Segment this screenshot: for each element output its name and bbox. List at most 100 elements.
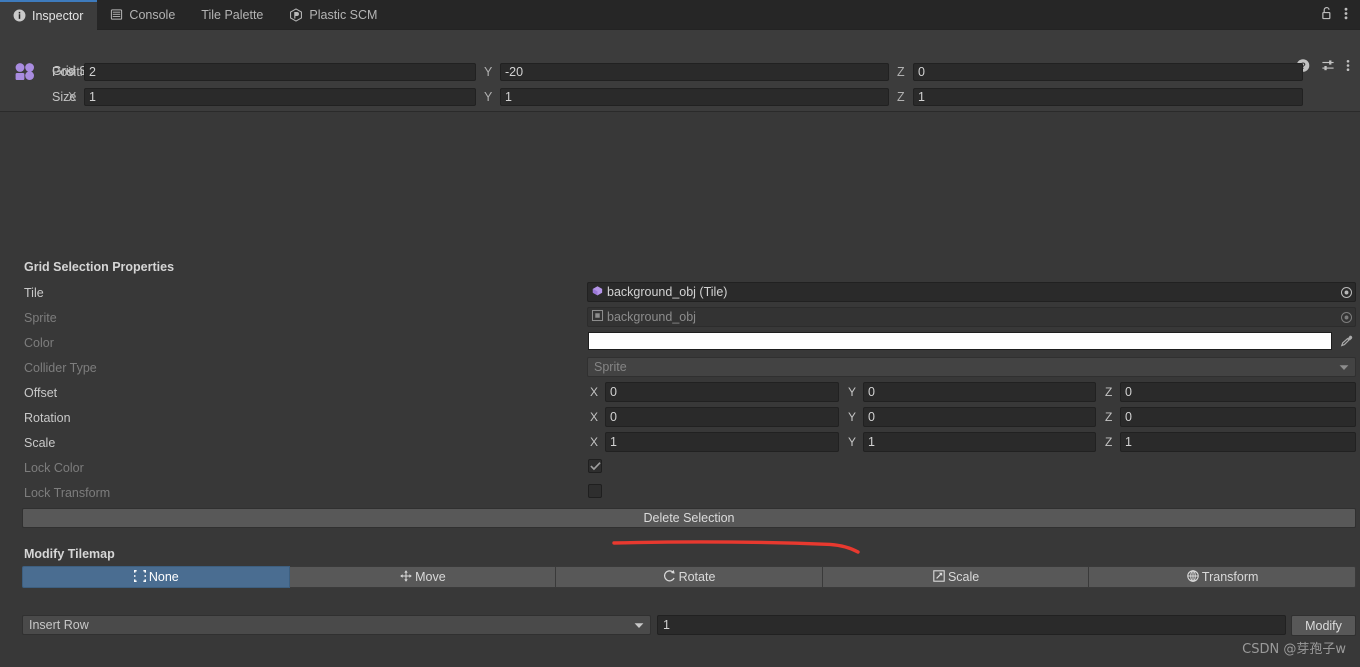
scale-x-input[interactable]: 1	[605, 432, 839, 452]
rotation-row: X 0 Y 0 Z 0	[0, 407, 1360, 427]
position-x-input[interactable]: 2	[84, 63, 476, 81]
scale-row: X 1 Y 1 Z 1	[0, 432, 1360, 452]
size-z-axis: Z	[897, 90, 913, 104]
tab-plastic-scm[interactable]: Plastic SCM	[277, 0, 391, 29]
tool-label-scale: Scale	[948, 570, 979, 584]
eyedropper-icon	[1336, 331, 1356, 351]
position-z-input[interactable]: 0	[913, 63, 1303, 81]
size-z-input[interactable]: 1	[913, 88, 1303, 106]
lock-transform-checkbox	[588, 484, 602, 498]
chevron-down-icon	[1339, 360, 1349, 374]
modify-button[interactable]: Modify	[1291, 615, 1356, 636]
object-picker-icon[interactable]	[1337, 282, 1355, 302]
sprite-value: background_obj	[607, 310, 696, 324]
tab-console[interactable]: Console	[97, 0, 189, 29]
lock-open-icon[interactable]	[1320, 6, 1334, 24]
chevron-down-icon	[634, 618, 644, 632]
move-arrows-icon	[399, 569, 413, 586]
offset-x-axis: X	[590, 385, 598, 399]
collider-type-dropdown: Sprite	[587, 357, 1356, 377]
offset-row: X 0 Y 0 Z 0	[0, 382, 1360, 402]
plastic-scm-icon	[289, 8, 303, 22]
size-y-axis: Y	[484, 90, 500, 104]
grid-selection-header: Grid Selection ? Position	[0, 30, 1360, 112]
offset-z-input[interactable]: 0	[1120, 382, 1356, 402]
tool-button-scale[interactable]: Scale	[823, 566, 1090, 588]
tool-label-rotate: Rotate	[679, 570, 716, 584]
sprite-label: Sprite	[24, 311, 57, 325]
object-picker-icon	[1337, 307, 1355, 327]
rotation-y-axis: Y	[848, 410, 856, 424]
rotation-x-input[interactable]: 0	[605, 407, 839, 427]
rotate-icon	[663, 569, 677, 586]
tool-label-move: Move	[415, 570, 446, 584]
rotation-y-input[interactable]: 0	[863, 407, 1096, 427]
delete-selection-button[interactable]: Delete Selection	[22, 508, 1356, 528]
tool-button-move[interactable]: Move	[290, 566, 557, 588]
position-x-axis: X	[68, 65, 84, 79]
tab-tile-palette-label: Tile Palette	[201, 8, 263, 22]
watermark: CSDN @芽孢子w	[1242, 638, 1346, 657]
position-row: Position X 2 Y -20 Z 0	[0, 61, 1360, 83]
kebab-menu-icon[interactable]	[1344, 6, 1348, 24]
modify-action-dropdown[interactable]: Insert Row	[22, 615, 651, 635]
offset-y-axis: Y	[848, 385, 856, 399]
scale-y-input[interactable]: 1	[863, 432, 1096, 452]
size-x-axis: X	[68, 90, 84, 104]
color-swatch	[588, 332, 1332, 350]
tab-inspector-label: Inspector	[32, 9, 83, 23]
grid-selection-properties-title: Grid Selection Properties	[24, 260, 174, 274]
size-y-input[interactable]: 1	[500, 88, 889, 106]
tab-console-label: Console	[129, 8, 175, 22]
tool-button-rotate[interactable]: Rotate	[556, 566, 823, 588]
position-label: Position	[0, 65, 74, 79]
position-z-axis: Z	[897, 65, 913, 79]
offset-x-input[interactable]: 0	[605, 382, 839, 402]
tool-label-transform: Transform	[1202, 570, 1259, 584]
modify-action-value: Insert Row	[29, 618, 89, 632]
rotation-x-axis: X	[590, 410, 598, 424]
red-underline-annotation	[608, 531, 868, 559]
tile-label: Tile	[24, 286, 44, 300]
inspector-body: Grid Selection Properties Tile backgroun…	[0, 113, 1360, 667]
tab-tile-palette[interactable]: Tile Palette	[189, 0, 277, 29]
tool-label-none: None	[149, 570, 179, 584]
info-icon	[12, 9, 26, 23]
tile-object-field[interactable]: background_obj (Tile)	[587, 282, 1356, 302]
tab-plastic-scm-label: Plastic SCM	[309, 8, 377, 22]
size-label: Size	[0, 90, 74, 104]
modify-tilemap-toolbar: None Move Rotate Scale	[22, 566, 1356, 588]
size-x-input[interactable]: 1	[84, 88, 476, 106]
offset-z-axis: Z	[1105, 385, 1112, 399]
color-label: Color	[24, 336, 54, 350]
tab-inspector[interactable]: Inspector	[0, 0, 97, 29]
rotation-z-axis: Z	[1105, 410, 1112, 424]
scale-z-axis: Z	[1105, 435, 1112, 449]
position-y-input[interactable]: -20	[500, 63, 889, 81]
lock-color-label: Lock Color	[24, 461, 84, 475]
offset-y-input[interactable]: 0	[863, 382, 1096, 402]
size-row: Size X 1 Y 1 Z 1	[0, 86, 1360, 108]
scale-x-axis: X	[590, 435, 598, 449]
tool-button-none[interactable]: None	[22, 566, 290, 588]
inspector-window: Inspector Console Tile Palette Plastic S…	[0, 0, 1360, 667]
collider-type-value: Sprite	[594, 360, 627, 374]
collider-type-label: Collider Type	[24, 361, 97, 375]
check-icon	[590, 461, 601, 471]
tab-bar-actions	[1320, 0, 1360, 29]
tool-button-transform[interactable]: Transform	[1089, 566, 1356, 588]
modify-amount-input[interactable]: 1	[657, 615, 1286, 635]
tile-asset-icon	[591, 284, 604, 300]
rotation-z-input[interactable]: 0	[1120, 407, 1356, 427]
transform-globe-icon	[1186, 569, 1200, 586]
lock-color-checkbox	[588, 459, 602, 473]
tab-bar: Inspector Console Tile Palette Plastic S…	[0, 0, 1360, 30]
sprite-object-field: background_obj	[587, 307, 1356, 327]
scale-z-input[interactable]: 1	[1120, 432, 1356, 452]
console-icon	[109, 8, 123, 22]
modify-tilemap-title: Modify Tilemap	[24, 547, 115, 561]
scale-y-axis: Y	[848, 435, 856, 449]
scale-arrow-icon	[932, 569, 946, 586]
selection-bounds-icon	[133, 569, 147, 586]
tile-value: background_obj (Tile)	[607, 285, 727, 299]
